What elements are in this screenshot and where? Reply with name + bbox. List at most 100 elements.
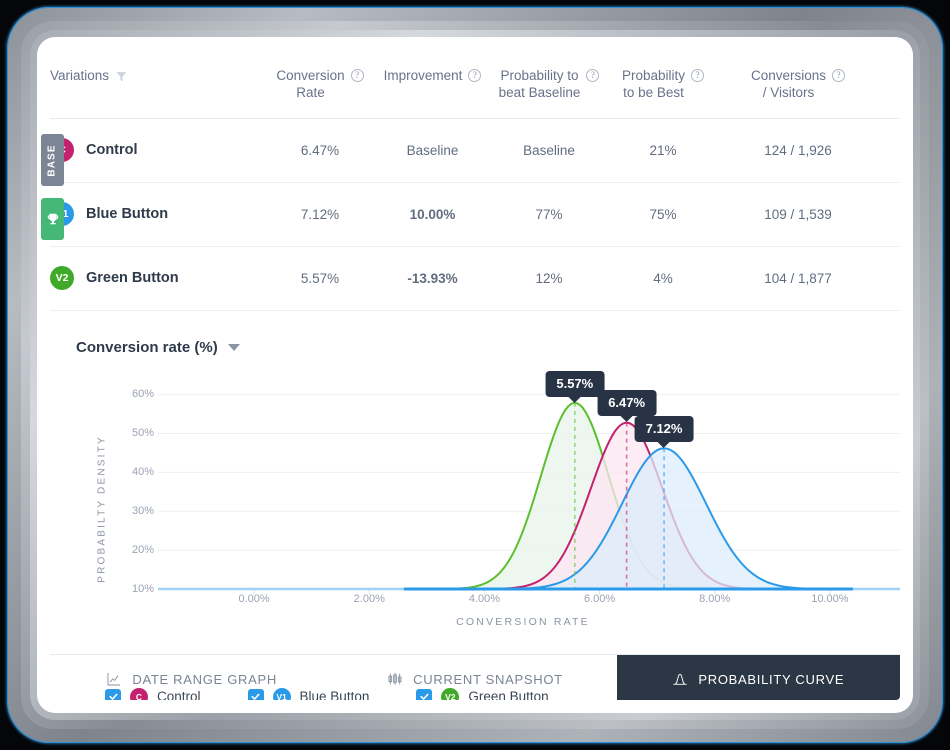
- help-icon-improvement[interactable]: ?: [468, 69, 482, 82]
- y-axis-tick-labels: 10% 20% 30% 40% 50% 60%: [110, 371, 158, 671]
- col-header-pbb-line2: beat Baseline: [498, 84, 581, 100]
- x-tick-label: 10.00%: [811, 592, 849, 605]
- peak-tooltip: 7.12%: [634, 416, 694, 449]
- variation-name: Control: [86, 142, 138, 159]
- chart-panel: Conversion rate (%) 10% 20% 30% 40% 50% …: [50, 311, 900, 700]
- cell-variation: V1Blue Button: [50, 182, 265, 247]
- variation-name: Blue Button: [86, 206, 169, 223]
- col-header-conversion-rate: Conversion Rate ?: [265, 50, 375, 119]
- cell-prob-beat-baseline: Baseline: [490, 118, 608, 183]
- variation-name: Green Button: [86, 270, 179, 287]
- experiment-results-card: Variations Conversion Rate ? Improvement…: [50, 50, 900, 700]
- col-header-variations-label: Variations: [50, 68, 110, 83]
- peak-tooltip: 5.57%: [545, 370, 605, 403]
- side-tab-base[interactable]: BASE: [41, 134, 64, 186]
- cell-variation: V2 Green Button: [50, 246, 265, 311]
- bell-curve-icon: [673, 673, 688, 685]
- y-axis-title: PROBABILTY DENSITY: [96, 434, 108, 583]
- peak-tooltip: 6.47%: [597, 390, 657, 423]
- table-row[interactable]: V2 Green Button 5.57% -13.93% 12% 4% 104 / 1,8…: [50, 246, 900, 311]
- x-axis-title: CONVERSION RATE: [456, 615, 590, 628]
- tab-date-range-graph[interactable]: DATE RANGE GRAPH: [50, 655, 333, 700]
- y-tick-label: 10%: [131, 582, 154, 595]
- variations-table: Variations Conversion Rate ? Improvement…: [50, 50, 900, 311]
- x-tick-label: 0.00%: [238, 592, 270, 605]
- col-header-actions: [878, 50, 900, 119]
- x-tick-label: 6.00%: [583, 592, 616, 605]
- col-header-cr-line2: Rate: [296, 84, 325, 100]
- table-row[interactable]: CControl6.47%BaselineBaseline21%124 / 1,…: [50, 118, 900, 183]
- filter-icon[interactable]: [115, 70, 128, 83]
- row-menu-icon[interactable]: [898, 204, 900, 229]
- cell-conversions-visitors: 124 / 1,926: [718, 118, 878, 183]
- col-header-pbb-line1: Probability to: [500, 68, 579, 83]
- y-tick-label: 30%: [131, 505, 154, 517]
- col-header-conv-line2: / Visitors: [762, 84, 815, 100]
- cell-improvement: -13.93%: [375, 246, 490, 311]
- x-tick-label: 4.00%: [468, 592, 501, 605]
- side-tab-winner[interactable]: [41, 198, 64, 240]
- cell-conversions-visitors: 104 / 1,877: [718, 246, 878, 311]
- chevron-down-icon[interactable]: [227, 344, 240, 352]
- device-frame-mid: BASE Variations Conversion Rate ? Improv…: [21, 21, 929, 729]
- col-header-cr-line1: Conversion: [276, 68, 345, 83]
- device-frame-inner: BASE Variations Conversion Rate ? Improv…: [30, 30, 920, 720]
- col-header-pbest-line1: Probability: [621, 68, 686, 83]
- col-header-conv-line1: Conversions: [750, 68, 827, 83]
- y-tick-label: 40%: [131, 466, 154, 479]
- cell-actions: [878, 246, 900, 311]
- variation-badge: V2: [50, 266, 74, 291]
- help-icon-prob-to-be-best[interactable]: ?: [691, 69, 705, 82]
- row-menu-icon[interactable]: [898, 268, 900, 293]
- y-tick-label: 60%: [131, 388, 154, 401]
- probability-curve-plot: 10% 20% 30% 40% 50% 60% PROBABILTY DENSITY CO…: [50, 370, 900, 671]
- col-header-improvement: Improvement ?: [375, 50, 490, 119]
- col-header-conversions-visitors: Conversions / Visitors ?: [718, 50, 878, 119]
- trophy-icon: [47, 213, 58, 225]
- cell-actions: [878, 118, 900, 183]
- screen: BASE Variations Conversion Rate ? Improv…: [37, 37, 913, 713]
- cell-conversion-rate: 5.57%: [265, 246, 375, 311]
- col-header-variations: Variations: [50, 50, 265, 119]
- col-header-pbest-line2: to be Best: [623, 84, 684, 100]
- help-icon-conversion-rate[interactable]: ?: [350, 69, 364, 82]
- chart-header: Conversion rate (%): [50, 333, 900, 363]
- chart-title: Conversion rate (%): [76, 339, 218, 357]
- density-area: [162, 402, 900, 589]
- bottom-tab-bar: DATE RANGE GRAPH CURRENT SNAPSHOT PROBABIL…: [50, 654, 900, 700]
- cell-prob-to-be-best: 4%: [608, 246, 718, 311]
- y-tick-label: 50%: [131, 427, 154, 440]
- cell-improvement: Baseline: [375, 118, 490, 183]
- col-header-improvement-label: Improvement: [383, 68, 463, 83]
- line-chart-icon: [107, 673, 121, 686]
- table-row[interactable]: V1Blue Button7.12%10.00%77%75%109 / 1,53…: [50, 182, 900, 247]
- cell-variation: CControl: [50, 118, 265, 183]
- x-tick-label: 2.00%: [353, 592, 385, 605]
- tab-current-snapshot[interactable]: CURRENT SNAPSHOT: [333, 655, 616, 700]
- cell-prob-to-be-best: 75%: [608, 182, 718, 247]
- cell-prob-beat-baseline: 77%: [490, 182, 608, 247]
- table-header-row: Variations Conversion Rate ? Improvement…: [50, 50, 900, 119]
- tab-label: PROBABILITY CURVE: [698, 671, 845, 687]
- col-header-prob-beat-baseline: Probability to beat Baseline ?: [490, 50, 608, 119]
- cell-prob-to-be-best: 21%: [608, 118, 718, 183]
- tab-label: DATE RANGE GRAPH: [132, 671, 277, 687]
- cell-prob-beat-baseline: 12%: [490, 246, 608, 311]
- x-tick-label: 8.00%: [699, 592, 731, 605]
- y-tick-label: 20%: [131, 543, 154, 556]
- side-tab-base-label: BASE: [47, 143, 58, 177]
- density-curves: [162, 401, 900, 590]
- boxplot-icon: [388, 673, 402, 685]
- tab-probability-curve[interactable]: PROBABILITY CURVE: [616, 655, 900, 700]
- cell-improvement: 10.00%: [375, 182, 490, 247]
- row-menu-icon[interactable]: [898, 140, 900, 165]
- help-icon-prob-beat-baseline[interactable]: ?: [586, 69, 600, 82]
- cell-actions: [878, 182, 900, 247]
- col-header-prob-to-be-best: Probability to be Best ?: [608, 50, 718, 119]
- cell-conversions-visitors: 109 / 1,539: [718, 182, 878, 247]
- tab-label: CURRENT SNAPSHOT: [413, 671, 563, 687]
- help-icon-conversions[interactable]: ?: [832, 69, 846, 82]
- cell-conversion-rate: 6.47%: [265, 118, 375, 183]
- table-body: CControl6.47%BaselineBaseline21%124 / 1,…: [50, 118, 900, 311]
- device-frame-outer: BASE Variations Conversion Rate ? Improv…: [7, 7, 943, 743]
